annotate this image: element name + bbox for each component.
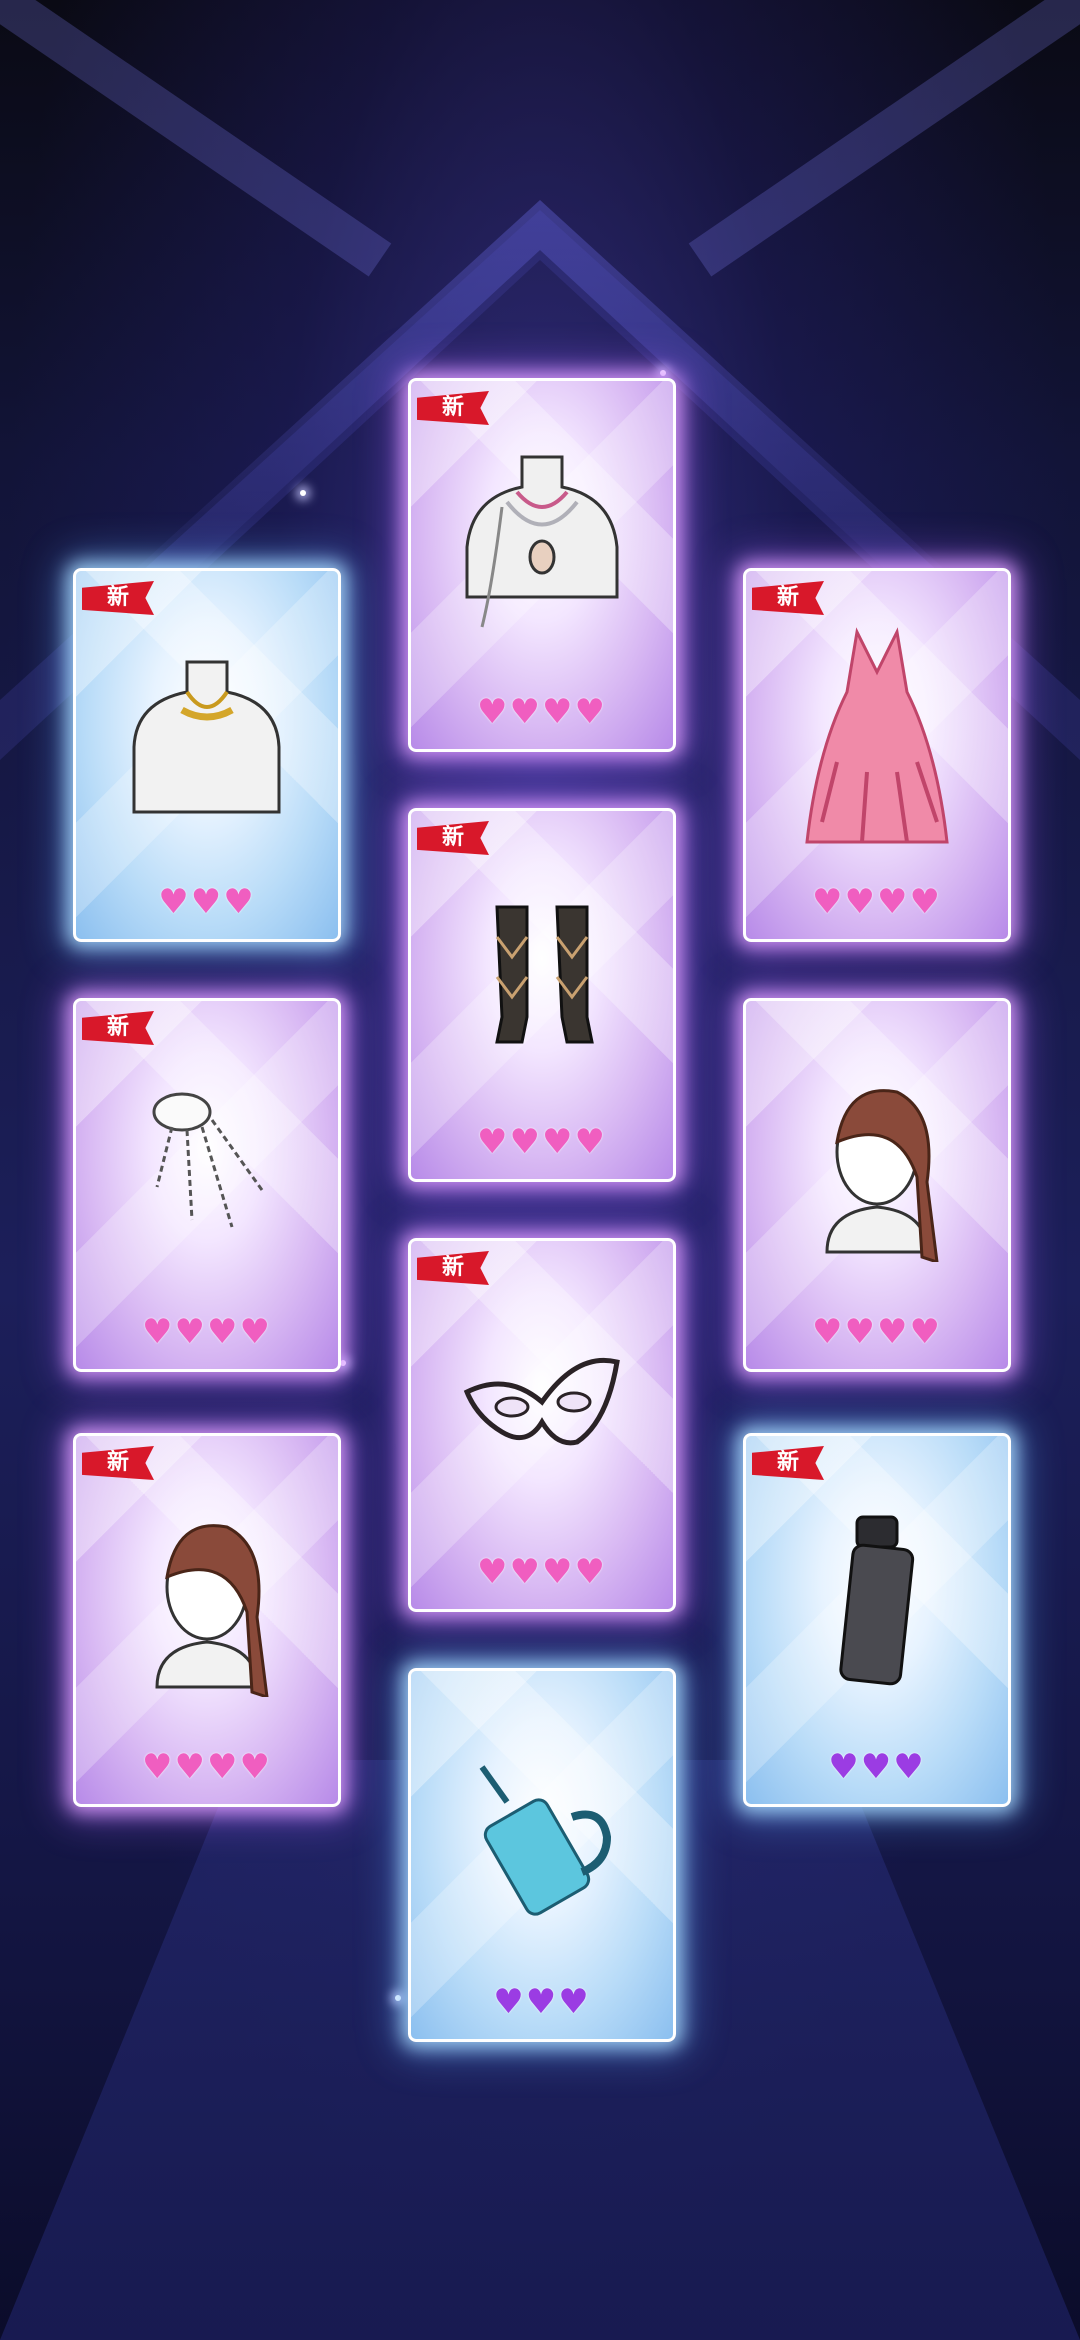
pink-gown-icon xyxy=(805,626,949,844)
card-dress-pink[interactable]: 新 ♥♥♥♥ xyxy=(743,568,1011,942)
heart-icon: ♥ xyxy=(477,1122,510,1162)
heart-icon: ♥ xyxy=(174,1747,207,1787)
card-hair-clip[interactable]: 新 ♥♥♥♥ xyxy=(73,998,341,1372)
heart-icon: ♥ xyxy=(207,1747,240,1787)
heart-icon: ♥ xyxy=(812,882,845,922)
heart-icon: ♥ xyxy=(142,1747,175,1787)
card-argyle-socks[interactable]: 新 ♥♥♥♥ xyxy=(408,808,676,1182)
lace-mask-icon xyxy=(463,1357,620,1445)
heart-icon: ♥ xyxy=(909,882,942,922)
heart-icon: ♥ xyxy=(542,1552,575,1592)
heart-icon: ♥ xyxy=(477,692,510,732)
heart-icon: ♥ xyxy=(525,1982,559,2022)
sparkle xyxy=(300,490,306,496)
heart-icon: ♥ xyxy=(844,882,877,922)
heart-icon: ♥ xyxy=(190,882,224,922)
rarity-hearts: ♥♥♥♥ xyxy=(411,693,673,731)
rarity-hearts: ♥♥♥♥ xyxy=(411,1123,673,1161)
rarity-hearts: ♥♥♥♥ xyxy=(76,1748,338,1786)
card-hair-ponytail-left[interactable]: 新 ♥♥♥♥ xyxy=(73,1433,341,1807)
card-hair-ponytail-right[interactable]: ♥♥♥♥ xyxy=(743,998,1011,1372)
layered-necklace-icon xyxy=(465,455,619,627)
heart-icon: ♥ xyxy=(142,1312,175,1352)
heart-icon: ♥ xyxy=(860,1747,894,1787)
gold-necklace-icon xyxy=(132,660,281,814)
heart-icon: ♥ xyxy=(574,692,607,732)
heart-icon: ♥ xyxy=(542,692,575,732)
card-lace-mask[interactable]: 新 ♥♥♥♥ xyxy=(408,1238,676,1612)
heart-icon: ♥ xyxy=(174,1312,207,1352)
hairstyle-icon xyxy=(155,1523,269,1697)
heart-icon: ♥ xyxy=(509,1552,542,1592)
card-necklace-layered[interactable]: 新 ♥♥♥♥ xyxy=(408,378,676,752)
rarity-hearts: ♥♥♥ xyxy=(411,1983,673,2021)
rarity-hearts: ♥♥♥ xyxy=(76,883,338,921)
heart-icon: ♥ xyxy=(493,1982,526,2022)
heart-icon: ♥ xyxy=(909,1312,942,1352)
heart-icon: ♥ xyxy=(509,692,542,732)
tumbler-cup-icon xyxy=(479,1764,612,1916)
heart-icon: ♥ xyxy=(893,1747,926,1787)
card-tumbler[interactable]: ♥♥♥ xyxy=(408,1668,676,2042)
argyle-socks-icon xyxy=(495,905,594,1044)
heart-icon: ♥ xyxy=(828,1747,861,1787)
crystal-hairpin-icon xyxy=(152,1092,264,1228)
sparkle xyxy=(395,1995,401,2001)
heart-icon: ♥ xyxy=(574,1552,607,1592)
rarity-hearts: ♥♥♥ xyxy=(746,1748,1008,1786)
heart-icon: ♥ xyxy=(812,1312,845,1352)
heart-icon: ♥ xyxy=(239,1312,272,1352)
heart-icon: ♥ xyxy=(239,1747,272,1787)
card-water-bottle[interactable]: 新 ♥♥♥ xyxy=(743,1433,1011,1807)
rarity-hearts: ♥♥♥♥ xyxy=(746,1313,1008,1351)
heart-icon: ♥ xyxy=(558,1982,591,2022)
card-necklace-gold[interactable]: 新 ♥♥♥ xyxy=(73,568,341,942)
heart-icon: ♥ xyxy=(574,1122,607,1162)
hairstyle-icon xyxy=(825,1088,939,1262)
rarity-hearts: ♥♥♥♥ xyxy=(746,883,1008,921)
heart-icon: ♥ xyxy=(877,882,910,922)
rarity-hearts: ♥♥♥♥ xyxy=(76,1313,338,1351)
sparkle xyxy=(660,370,666,376)
heart-icon: ♥ xyxy=(844,1312,877,1352)
heart-icon: ♥ xyxy=(542,1122,575,1162)
heart-icon: ♥ xyxy=(207,1312,240,1352)
heart-icon: ♥ xyxy=(223,882,256,922)
rarity-hearts: ♥♥♥♥ xyxy=(411,1553,673,1591)
heart-icon: ♥ xyxy=(877,1312,910,1352)
heart-icon: ♥ xyxy=(509,1122,542,1162)
heart-icon: ♥ xyxy=(477,1552,510,1592)
water-bottle-icon xyxy=(839,1515,915,1685)
heart-icon: ♥ xyxy=(158,882,191,922)
